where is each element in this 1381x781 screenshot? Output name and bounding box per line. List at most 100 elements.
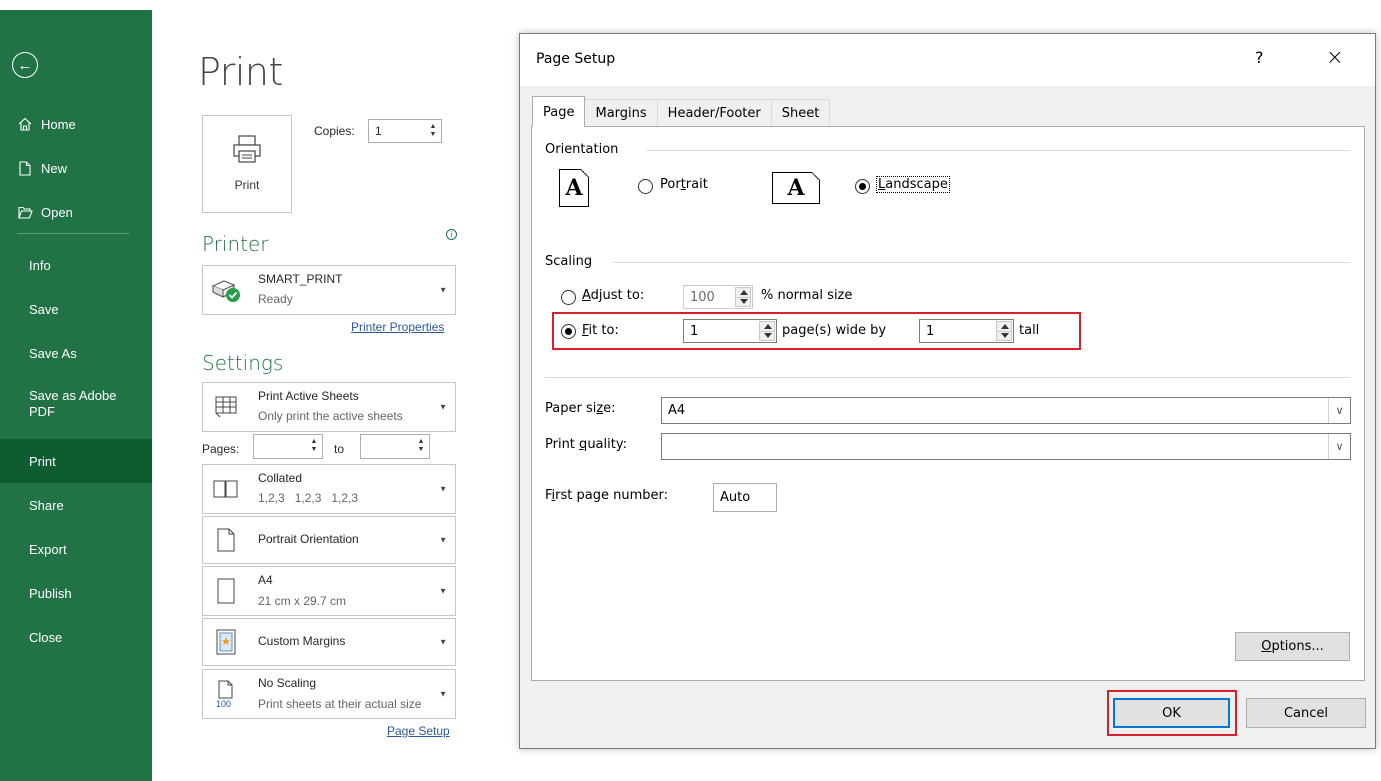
sidebar-item-save-as[interactable]: Save As bbox=[0, 331, 152, 375]
margins-dropdown[interactable]: Custom Margins ▼ bbox=[202, 618, 456, 666]
sidebar-item-open[interactable]: Open bbox=[0, 190, 152, 234]
landscape-radio[interactable] bbox=[855, 179, 870, 194]
tab-margins[interactable]: Margins bbox=[584, 99, 658, 127]
spinner-arrows-icon[interactable] bbox=[759, 321, 775, 341]
print-button-label: Print bbox=[234, 178, 260, 192]
ok-button[interactable]: OK bbox=[1113, 698, 1230, 728]
adjust-percent-stepper[interactable]: 100 bbox=[683, 285, 753, 309]
printer-status: Ready bbox=[258, 292, 293, 306]
portrait-orientation-icon: A bbox=[559, 168, 590, 207]
setting-line2: Print sheets at their actual size bbox=[258, 697, 422, 711]
collation-dropdown[interactable]: Collated 1,2,3 1,2,3 1,2,3 ▼ bbox=[202, 464, 456, 514]
spinner-arrows-icon[interactable] bbox=[735, 287, 751, 307]
printer-icon bbox=[233, 135, 261, 163]
setting-line1: Custom Margins bbox=[258, 634, 346, 648]
sheet-grid-icon bbox=[209, 392, 243, 422]
portrait-page-icon bbox=[209, 525, 243, 555]
pages-from-input[interactable]: ▲ ▼ bbox=[253, 434, 323, 459]
sidebar-item-label: Save bbox=[29, 301, 59, 317]
copies-label: Copies: bbox=[314, 124, 355, 138]
close-icon[interactable]: × bbox=[1326, 45, 1344, 69]
sidebar-item-new[interactable]: New bbox=[0, 146, 152, 190]
sidebar-item-save-as-adobe-pdf[interactable]: Save as Adobe PDF bbox=[0, 382, 152, 426]
sidebar-item-export[interactable]: Export bbox=[0, 527, 152, 571]
options-button[interactable]: Options... bbox=[1235, 632, 1350, 661]
settings-heading: Settings bbox=[202, 351, 284, 375]
sidebar-item-save[interactable]: Save bbox=[0, 287, 152, 331]
sidebar-item-share[interactable]: Share bbox=[0, 483, 152, 527]
sidebar-item-label: Info bbox=[29, 257, 51, 273]
sidebar-item-publish[interactable]: Publish bbox=[0, 571, 152, 615]
printer-name: SMART_PRINT bbox=[258, 272, 343, 286]
page-tab-panel: Orientation A Portrait A Landscape Scali… bbox=[531, 126, 1365, 681]
page-title: Print bbox=[198, 50, 283, 94]
sidebar-item-home[interactable]: Home bbox=[0, 102, 152, 146]
pages-to-input[interactable]: ▲ ▼ bbox=[360, 434, 430, 459]
print-what-dropdown[interactable]: Print Active Sheets Only print the activ… bbox=[202, 382, 456, 432]
info-icon[interactable]: i bbox=[446, 229, 457, 240]
spinner-arrows-icon[interactable]: ▲ ▼ bbox=[416, 438, 426, 454]
portrait-radio[interactable] bbox=[638, 179, 653, 194]
dialog-title-bar: Page Setup ? × bbox=[520, 34, 1375, 86]
fit-wide-stepper[interactable]: 1 bbox=[683, 319, 777, 343]
scaling-icon-text: 100 bbox=[216, 699, 231, 708]
sidebar-item-label: Open bbox=[41, 204, 73, 220]
sidebar-item-label: Save As bbox=[29, 345, 77, 361]
fit-to-label[interactable]: Fit to: bbox=[582, 323, 619, 338]
backstage-sidebar: ← Home New Open Info Save Save As Save a… bbox=[0, 10, 152, 781]
tab-header-footer[interactable]: Header/Footer bbox=[656, 99, 772, 127]
cancel-button[interactable]: Cancel bbox=[1246, 698, 1366, 728]
setting-line2: 1,2,3 1,2,3 1,2,3 bbox=[258, 491, 359, 505]
page-setup-dialog: Page Setup ? × Page Margins Header/Foote… bbox=[519, 33, 1376, 749]
adjust-to-label[interactable]: Adjust to: bbox=[582, 288, 644, 303]
portrait-label[interactable]: Portrait bbox=[660, 177, 708, 192]
tab-strip: Page Margins Header/Footer Sheet bbox=[532, 96, 831, 127]
adjust-to-radio[interactable] bbox=[561, 290, 576, 305]
normal-size-label: % normal size bbox=[761, 288, 853, 303]
paper-size-dropdown[interactable]: A4 21 cm x 29.7 cm ▼ bbox=[202, 566, 456, 616]
open-folder-icon bbox=[17, 206, 33, 219]
first-page-number-label: First page number: bbox=[545, 488, 669, 503]
print-quality-select[interactable]: ∨ bbox=[661, 433, 1351, 460]
adjust-percent-value: 100 bbox=[690, 289, 715, 305]
chevron-down-icon: ▼ bbox=[439, 484, 447, 494]
sidebar-divider bbox=[17, 233, 130, 234]
to-label: to bbox=[334, 442, 345, 456]
fit-tall-stepper[interactable]: 1 bbox=[919, 319, 1014, 343]
orientation-dropdown[interactable]: Portrait Orientation ▼ bbox=[202, 516, 456, 564]
printer-dropdown[interactable]: SMART_PRINT Ready ▼ bbox=[202, 265, 456, 315]
spinner-arrows-icon[interactable] bbox=[996, 321, 1012, 341]
help-icon[interactable]: ? bbox=[1255, 48, 1264, 67]
printer-properties-link[interactable]: Printer Properties bbox=[351, 320, 444, 334]
orientation-group-label: Orientation bbox=[545, 142, 619, 157]
chevron-down-icon: ▼ bbox=[439, 637, 447, 647]
scaling-group-label: Scaling bbox=[545, 254, 593, 269]
first-page-number-input[interactable]: Auto bbox=[713, 483, 777, 512]
setting-line2: 21 cm x 29.7 cm bbox=[258, 594, 347, 608]
sidebar-item-label: Share bbox=[29, 497, 64, 513]
spinner-arrows-icon[interactable]: ▲ ▼ bbox=[309, 438, 319, 454]
landscape-label[interactable]: Landscape bbox=[876, 176, 950, 193]
back-arrow-icon[interactable]: ← bbox=[12, 52, 38, 78]
sidebar-item-close[interactable]: Close bbox=[0, 615, 152, 659]
tab-sheet[interactable]: Sheet bbox=[770, 99, 831, 127]
print-button[interactable]: Print bbox=[202, 115, 292, 213]
fit-to-radio[interactable] bbox=[561, 324, 576, 339]
paper-size-value: A4 bbox=[668, 403, 686, 418]
spinner-arrows-icon[interactable]: ▲ ▼ bbox=[428, 123, 438, 139]
page-setup-link[interactable]: Page Setup bbox=[387, 724, 450, 738]
home-icon bbox=[17, 117, 33, 131]
scaling-dropdown[interactable]: 100 No Scaling Print sheets at their act… bbox=[202, 669, 456, 719]
landscape-orientation-icon: A bbox=[772, 171, 821, 204]
sidebar-item-label: Export bbox=[29, 541, 67, 557]
printer-heading: Printer bbox=[202, 232, 269, 256]
sidebar-item-label: Save as Adobe bbox=[29, 388, 117, 403]
paper-size-select[interactable]: A4 ∨ bbox=[661, 397, 1351, 424]
sidebar-item-label: Publish bbox=[29, 585, 72, 601]
sidebar-item-print[interactable]: Print bbox=[0, 439, 152, 483]
copies-stepper[interactable]: 1 ▲ ▼ bbox=[368, 119, 442, 143]
sidebar-item-info[interactable]: Info bbox=[0, 243, 152, 287]
chevron-down-icon: ▼ bbox=[439, 535, 447, 545]
tab-page[interactable]: Page bbox=[532, 96, 586, 127]
sidebar-item-label: PDF bbox=[29, 404, 55, 419]
